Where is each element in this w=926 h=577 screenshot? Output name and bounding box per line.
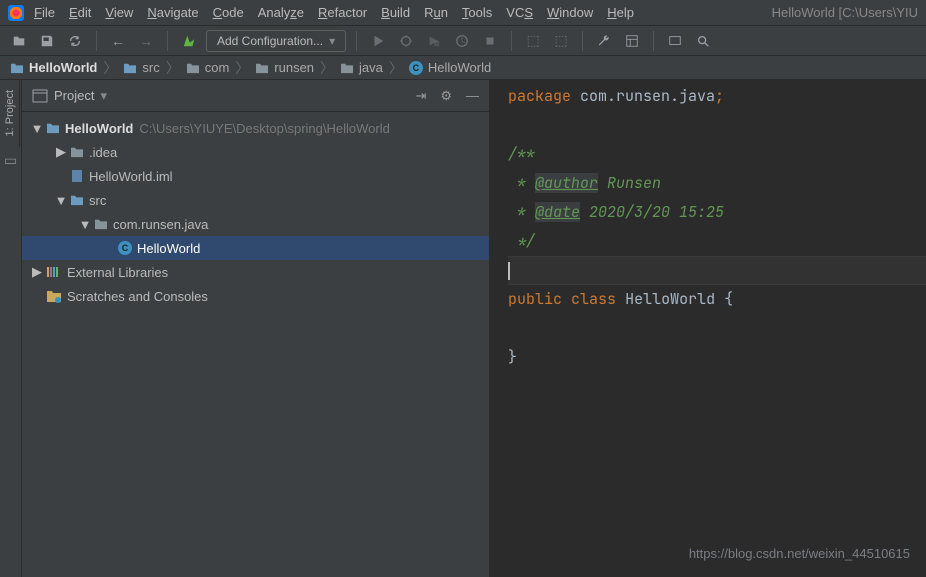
run-config-label: Add Configuration...: [217, 34, 323, 48]
tree-root[interactable]: ▼ HelloWorld C:\Users\YIUYE\Desktop\spri…: [22, 116, 489, 140]
build-button[interactable]: [178, 30, 200, 52]
chevron-down-icon[interactable]: ▼: [56, 195, 66, 205]
chevron-right-icon[interactable]: ▶: [32, 267, 42, 277]
menu-build[interactable]: Build: [381, 5, 410, 20]
tree-package[interactable]: ▼ com.runsen.java: [22, 212, 489, 236]
menu-tools[interactable]: Tools: [462, 5, 492, 20]
profiler-button[interactable]: [451, 30, 473, 52]
main-area: 1: Project ▭ Project ▾ ⇥ ⚙ — ▼ HelloWorl…: [0, 80, 926, 577]
debug-button[interactable]: [395, 30, 417, 52]
code-editor[interactable]: package com.runsen.java; /** * @author R…: [490, 80, 926, 577]
crumb-java[interactable]: java: [340, 60, 383, 75]
sync-button[interactable]: [64, 30, 86, 52]
app-icon: [8, 5, 24, 21]
project-tree[interactable]: ▼ HelloWorld C:\Users\YIUYE\Desktop\spri…: [22, 112, 489, 577]
chevron-right-icon[interactable]: ▶: [56, 147, 66, 157]
crumb-com[interactable]: com: [186, 60, 230, 75]
chevron-down-icon[interactable]: ▼: [32, 123, 42, 133]
window-title: HelloWorld [C:\Users\YIU: [772, 5, 918, 20]
wrench-icon[interactable]: [593, 30, 615, 52]
structure-tool-tab[interactable]: ▭: [4, 152, 17, 169]
window-icon: [32, 89, 48, 103]
tree-external-libraries[interactable]: ▶ External Libraries: [22, 260, 489, 284]
tree-class-helloworld[interactable]: C HelloWorld: [22, 236, 489, 260]
menu-edit[interactable]: Edit: [69, 5, 91, 20]
tree-iml[interactable]: HelloWorld.iml: [22, 164, 489, 188]
file-icon: [70, 169, 84, 183]
libraries-icon: [46, 266, 62, 278]
stop-button[interactable]: [479, 30, 501, 52]
menu-navigate[interactable]: Navigate: [147, 5, 198, 20]
tree-src[interactable]: ▼ src: [22, 188, 489, 212]
text-caret: [508, 262, 510, 280]
forward-button[interactable]: →: [135, 30, 157, 52]
vcs-update-button[interactable]: ⬚: [522, 30, 544, 52]
collapse-icon[interactable]: ⇥: [415, 88, 426, 104]
project-panel-header: Project ▾ ⇥ ⚙ —: [22, 80, 489, 112]
tree-idea[interactable]: ▶ .idea: [22, 140, 489, 164]
back-button[interactable]: ←: [107, 30, 129, 52]
project-view-selector[interactable]: Project ▾: [32, 88, 107, 104]
main-toolbar: ← → Add Configuration... ▾ ⬚ ⬚: [0, 26, 926, 56]
search-button[interactable]: [692, 30, 714, 52]
menu-refactor[interactable]: Refactor: [318, 5, 367, 20]
crumb-class[interactable]: C HelloWorld: [409, 60, 491, 75]
run-config-dropdown[interactable]: Add Configuration... ▾: [206, 30, 346, 52]
vcs-commit-button[interactable]: ⬚: [550, 30, 572, 52]
tree-scratches[interactable]: Scratches and Consoles: [22, 284, 489, 308]
menu-analyze[interactable]: Analyze: [258, 5, 304, 20]
presentation-button[interactable]: [664, 30, 686, 52]
crumb-runsen[interactable]: runsen: [255, 60, 314, 75]
project-tool-tab[interactable]: 1: Project: [1, 80, 20, 146]
breadcrumb-bar: HelloWorld 〉 src 〉 com 〉 runsen 〉 java 〉…: [0, 56, 926, 80]
gear-icon[interactable]: ⚙: [440, 88, 452, 104]
coverage-button[interactable]: [423, 30, 445, 52]
crumb-project[interactable]: HelloWorld: [10, 60, 97, 75]
class-icon: C: [118, 241, 132, 255]
menu-bar: File Edit View Navigate Code Analyze Ref…: [0, 0, 926, 26]
menu-help[interactable]: Help: [607, 5, 634, 20]
menu-vcs[interactable]: VCS: [506, 5, 533, 20]
hide-icon[interactable]: —: [466, 88, 479, 104]
menu-view[interactable]: View: [105, 5, 133, 20]
open-button[interactable]: [8, 30, 30, 52]
run-button[interactable]: [367, 30, 389, 52]
project-panel: Project ▾ ⇥ ⚙ — ▼ HelloWorld C:\Users\YI…: [22, 80, 490, 577]
scratches-icon: [46, 289, 62, 303]
menu-window[interactable]: Window: [547, 5, 593, 20]
class-icon: C: [409, 61, 423, 75]
menu-run[interactable]: Run: [424, 5, 448, 20]
menu-code[interactable]: Code: [213, 5, 244, 20]
save-button[interactable]: [36, 30, 58, 52]
watermark: https://blog.csdn.net/weixin_44510615: [689, 546, 910, 561]
chevron-down-icon[interactable]: ▼: [80, 219, 90, 229]
structure-button[interactable]: [621, 30, 643, 52]
crumb-src[interactable]: src: [123, 60, 159, 75]
menu-file[interactable]: File: [34, 5, 55, 20]
left-gutter: 1: Project ▭: [0, 80, 22, 577]
